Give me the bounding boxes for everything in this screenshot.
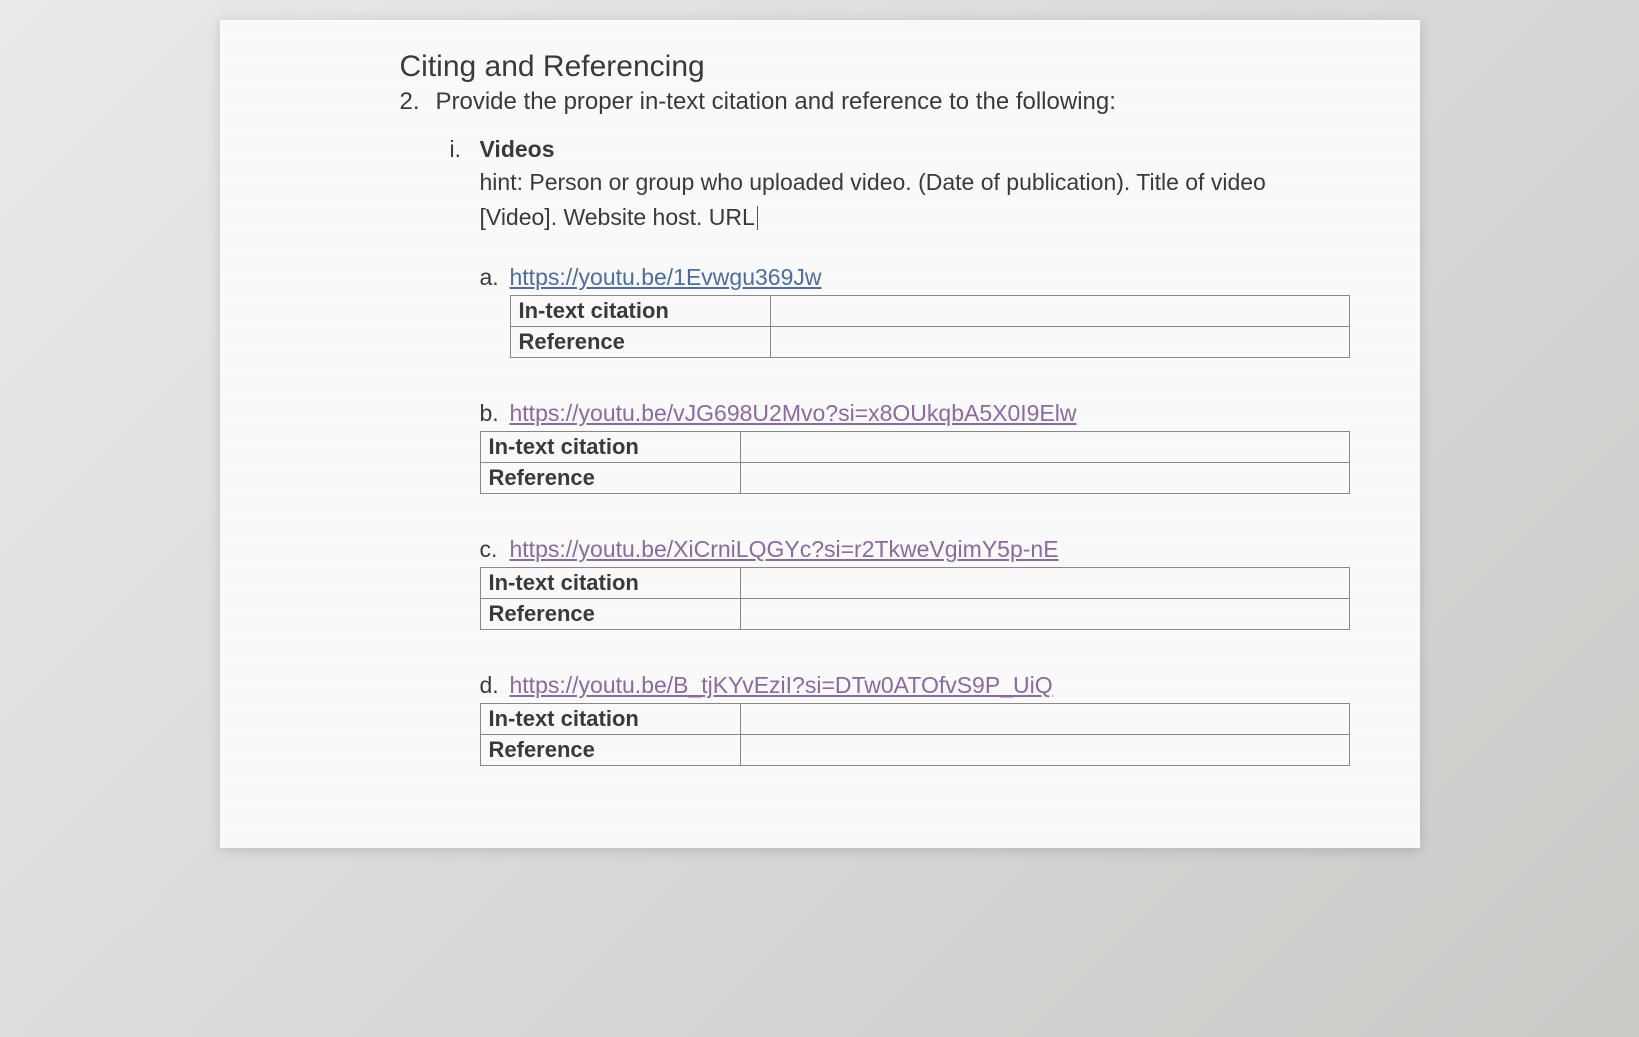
citation-table-b: In-text citation Reference (480, 431, 1350, 494)
reference-label: Reference (510, 327, 770, 358)
reference-label: Reference (480, 735, 740, 766)
document-page: Citing and Referencing 2. Provide the pr… (220, 20, 1420, 848)
intext-label: In-text citation (480, 568, 740, 599)
intext-label: In-text citation (480, 432, 740, 463)
section-header: i. Videos (450, 136, 1360, 163)
reference-value-a[interactable] (770, 327, 1349, 358)
section-hint: hint: Person or group who uploaded video… (480, 165, 1330, 234)
reference-label: Reference (480, 599, 740, 630)
item-link-row: d. https://youtu.be/B_tjKYvEziI?si=DTw0A… (480, 672, 1360, 699)
question-number: 2. (400, 88, 426, 116)
text-cursor (757, 206, 759, 230)
intext-label: In-text citation (510, 296, 770, 327)
question-text: Provide the proper in-text citation and … (436, 88, 1116, 116)
item-link-row: c. https://youtu.be/XiCrniLQGYc?si=r2Tkw… (480, 536, 1360, 563)
reference-value-c[interactable] (740, 599, 1349, 630)
item-b: b. https://youtu.be/vJG698U2Mvo?si=x8OUk… (480, 400, 1360, 494)
section-marker: i. (450, 136, 480, 163)
video-link-d[interactable]: https://youtu.be/B_tjKYvEziI?si=DTw0ATOf… (510, 672, 1053, 699)
question-row: 2. Provide the proper in-text citation a… (400, 88, 1360, 116)
intext-value-c[interactable] (740, 568, 1349, 599)
item-link-row: b. https://youtu.be/vJG698U2Mvo?si=x8OUk… (480, 400, 1360, 427)
item-marker: c. (480, 536, 510, 563)
page-title: Citing and Referencing (400, 50, 1360, 84)
hint-text: hint: Person or group who uploaded video… (480, 169, 1266, 230)
citation-table-c: In-text citation Reference (480, 567, 1350, 630)
item-marker: d. (480, 672, 510, 699)
intext-value-d[interactable] (740, 704, 1349, 735)
item-c: c. https://youtu.be/XiCrniLQGYc?si=r2Tkw… (480, 536, 1360, 630)
item-a: a. https://youtu.be/1Evwgu369Jw In-text … (480, 264, 1360, 358)
intext-label: In-text citation (480, 704, 740, 735)
section-title: Videos (480, 136, 555, 163)
video-link-a[interactable]: https://youtu.be/1Evwgu369Jw (510, 264, 822, 291)
reference-value-d[interactable] (740, 735, 1349, 766)
reference-value-b[interactable] (740, 463, 1349, 494)
item-d: d. https://youtu.be/B_tjKYvEziI?si=DTw0A… (480, 672, 1360, 766)
video-link-b[interactable]: https://youtu.be/vJG698U2Mvo?si=x8OUkqbA… (510, 400, 1077, 427)
item-marker: a. (480, 264, 510, 291)
citation-table-d: In-text citation Reference (480, 703, 1350, 766)
citation-table-a: In-text citation Reference (510, 295, 1350, 358)
intext-value-a[interactable] (770, 296, 1349, 327)
section-videos: i. Videos hint: Person or group who uplo… (450, 136, 1360, 766)
item-marker: b. (480, 400, 510, 427)
reference-label: Reference (480, 463, 740, 494)
intext-value-b[interactable] (740, 432, 1349, 463)
video-link-c[interactable]: https://youtu.be/XiCrniLQGYc?si=r2TkweVg… (510, 536, 1059, 563)
item-link-row: a. https://youtu.be/1Evwgu369Jw (480, 264, 1360, 291)
